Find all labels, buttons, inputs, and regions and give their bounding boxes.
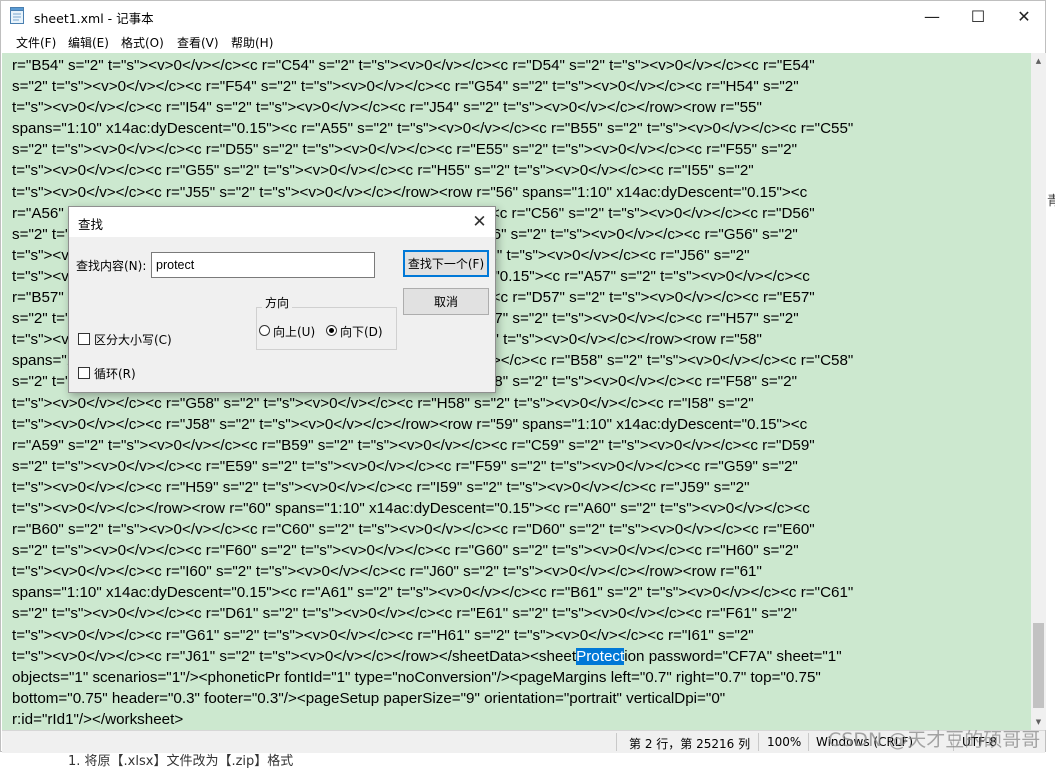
- cursor-position: 第 2 行，第 25216 列: [629, 737, 751, 751]
- close-button[interactable]: ✕: [1001, 1, 1047, 31]
- zoom-level: 100%: [767, 735, 802, 749]
- editor-line[interactable]: s="2" t="s"><v>0</v></c><c r="E59" s="2"…: [12, 458, 798, 475]
- dialog-close-button[interactable]: ✕: [463, 207, 496, 237]
- notepad-icon: [10, 7, 24, 24]
- menu-format[interactable]: 格式(O): [121, 34, 164, 51]
- menu-bar: 文件(F) 编辑(E) 格式(O) 查看(V) 帮助(H): [1, 31, 1045, 52]
- vertical-scrollbar[interactable]: ▲ ▼: [1031, 53, 1046, 730]
- menu-edit[interactable]: 编辑(E): [68, 34, 109, 51]
- editor-line[interactable]: r="B60" s="2" t="s"><v>0</v></c><c r="C6…: [12, 521, 815, 538]
- status-separator: [808, 733, 809, 751]
- direction-label: 方向: [262, 294, 293, 311]
- dialog-title: 查找: [78, 217, 104, 232]
- wrap-around-checkbox[interactable]: [78, 367, 90, 379]
- editor-line[interactable]: t="s"><v>0</v></c><c r="G58" s="2" t="s"…: [12, 395, 754, 412]
- editor-line[interactable]: objects="1" scenarios="1"/><phoneticPr f…: [12, 669, 821, 686]
- background-side-char: 青: [1047, 194, 1055, 209]
- editor-line[interactable]: s="2" t="s"><v>0</v></c><c r="F60" s="2"…: [12, 542, 799, 559]
- editor-line[interactable]: bottom="0.75" header="0.3" footer="0.3"/…: [12, 690, 725, 707]
- status-separator: [616, 733, 617, 751]
- minimize-button[interactable]: —: [909, 1, 955, 31]
- editor-line[interactable]: t="s"><v>0</v></c><c r="G55" s="2" t="s"…: [12, 162, 754, 179]
- search-match-highlight[interactable]: Protect: [576, 647, 625, 665]
- maximize-button[interactable]: ☐: [955, 1, 1001, 31]
- match-case-label[interactable]: 区分大小写(C): [94, 331, 172, 348]
- direction-down-radio[interactable]: [326, 325, 337, 336]
- find-dialog: 查找 ✕ 查找内容(N): 查找下一个(F) 取消 方向 向上(U) 向下(D)…: [68, 206, 496, 393]
- direction-up-radio[interactable]: [259, 325, 270, 336]
- find-input[interactable]: [151, 252, 375, 278]
- editor-line[interactable]: s="2" t="s"><v>0</v></c><c r="D61" s="2"…: [12, 605, 797, 622]
- match-case-checkbox[interactable]: [78, 333, 90, 345]
- editor-line[interactable]: t="s"><v>0</v></c><c r="I54" s="2" t="s"…: [12, 99, 762, 116]
- editor-line[interactable]: t="s"><v>0</v></c></row><row r="60" span…: [12, 500, 810, 517]
- find-next-button[interactable]: 查找下一个(F): [403, 250, 489, 277]
- window-title: sheet1.xml - 记事本: [34, 11, 154, 26]
- direction-down-label[interactable]: 向下(D): [340, 323, 383, 340]
- watermark: CSDN @天才豆的硕哥哥: [828, 729, 1041, 751]
- editor-line[interactable]: spans="1:10" x14ac:dyDescent="0.15"><c r…: [12, 584, 853, 601]
- editor-line[interactable]: r="B54" s="2" t="s"><v>0</v></c><c r="C5…: [12, 57, 815, 74]
- editor-line[interactable]: s="2" t="s"><v>0</v></c><c r="F54" s="2"…: [12, 78, 799, 95]
- direction-up-label[interactable]: 向上(U): [273, 323, 315, 340]
- editor-line[interactable]: r="A59" s="2" t="s"><v>0</v></c><c r="B5…: [12, 437, 815, 454]
- editor-line[interactable]: t="s"><v>0</v></c><c r="J61" s="2" t="s"…: [12, 647, 842, 665]
- cancel-button[interactable]: 取消: [403, 288, 489, 315]
- editor-line[interactable]: s="2" t="s"><v>0</v></c><c r="D55" s="2"…: [12, 141, 797, 158]
- scrollbar-thumb[interactable]: [1033, 623, 1044, 708]
- menu-file[interactable]: 文件(F): [16, 34, 56, 51]
- editor-line[interactable]: t="s"><v>0</v></c><c r="I60" s="2" t="s"…: [12, 563, 762, 580]
- editor-line[interactable]: t="s"><v>0</v></c><c r="H59" s="2" t="s"…: [12, 479, 749, 496]
- title-bar[interactable]: sheet1.xml - 记事本 — ☐ ✕: [1, 1, 1045, 31]
- editor-line[interactable]: r:id="rId1"/></worksheet>: [12, 711, 183, 728]
- editor-line[interactable]: t="s"><v>0</v></c><c r="J55" s="2" t="s"…: [12, 184, 807, 201]
- menu-help[interactable]: 帮助(H): [231, 34, 273, 51]
- menu-view[interactable]: 查看(V): [177, 34, 219, 51]
- scroll-up-arrow-icon[interactable]: ▲: [1031, 53, 1046, 69]
- editor-line[interactable]: t="s"><v>0</v></c><c r="J58" s="2" t="s"…: [12, 416, 807, 433]
- status-separator: [758, 733, 759, 751]
- find-label: 查找内容(N):: [76, 259, 147, 273]
- editor-line[interactable]: t="s"><v>0</v></c><c r="G61" s="2" t="s"…: [12, 627, 754, 644]
- dialog-title-bar[interactable]: 查找 ✕: [69, 207, 495, 237]
- editor-line[interactable]: spans="1:10" x14ac:dyDescent="0.15"><c r…: [12, 120, 853, 137]
- wrap-around-label[interactable]: 循环(R): [94, 365, 136, 382]
